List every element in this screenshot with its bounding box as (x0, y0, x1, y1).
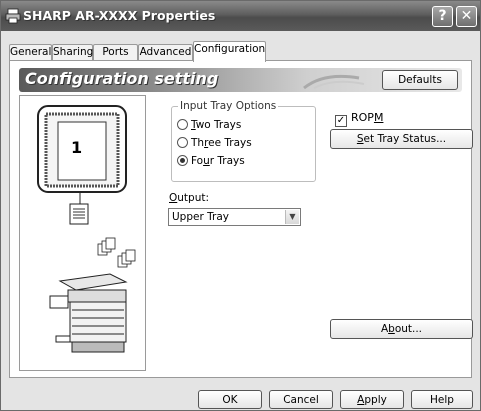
radio-button-selected[interactable] (177, 155, 188, 166)
help-button[interactable]: Help (411, 390, 473, 409)
window-title: SHARP AR-XXXX Properties (23, 8, 216, 23)
ropm-label: ROP (351, 111, 374, 124)
tray-number: 1 (71, 138, 83, 157)
radio-three-trays[interactable]: Three Trays (177, 137, 252, 151)
device-illustration-panel: 1 (19, 95, 146, 371)
ok-button[interactable]: OK (198, 390, 262, 409)
page-title: Configuration setting (25, 69, 219, 88)
output-select-value: Upper Tray (172, 211, 229, 223)
banner-decoration (303, 74, 365, 90)
radio-button[interactable] (177, 119, 188, 130)
radio-label-mnemonic: u (203, 155, 210, 167)
ropm-label-mnemonic: M (373, 111, 384, 124)
chevron-down-icon[interactable]: ▼ (285, 210, 299, 224)
button-label: pply (364, 394, 387, 406)
button-label: et Tray Status... (363, 133, 447, 145)
defaults-button[interactable]: Defaults (382, 70, 458, 90)
configuration-panel: Configuration setting Defaults 1 Input T… (9, 60, 473, 378)
printer-icon (5, 8, 21, 24)
tab-configuration[interactable]: Configuration (193, 41, 266, 62)
about-button[interactable]: About... (330, 319, 473, 339)
input-tray-options-group: Input Tray Options Two Trays Three Trays… (171, 100, 316, 182)
radio-label-part: ee Trays (208, 137, 252, 149)
input-tray-options-legend: Input Tray Options (178, 100, 279, 112)
radio-label-part: Th (191, 137, 205, 149)
button-mnemonic: S (356, 133, 364, 145)
output-label-text: utput: (177, 192, 210, 204)
tab-advanced[interactable]: Advanced (138, 44, 193, 61)
radio-label-part: wo Trays (195, 119, 242, 131)
radio-four-trays[interactable]: Four Trays (177, 155, 245, 169)
tab-ports[interactable]: Ports (93, 44, 138, 61)
properties-window: SHARP AR-XXXX Properties ? ✕ General Sha… (0, 0, 481, 411)
button-mnemonic: b (388, 323, 395, 335)
set-tray-status-button[interactable]: Set Tray Status... (330, 129, 473, 149)
radio-two-trays[interactable]: Two Trays (177, 119, 241, 133)
close-button[interactable]: ✕ (456, 6, 477, 27)
close-icon: ✕ (460, 8, 473, 24)
ropm-checkbox[interactable]: ✓ (335, 115, 347, 127)
title-bar[interactable]: SHARP AR-XXXX Properties ? ✕ (1, 1, 480, 31)
output-select[interactable]: Upper Tray ▼ (168, 208, 301, 226)
tab-sharing[interactable]: Sharing (52, 44, 93, 61)
help-title-button[interactable]: ? (432, 6, 453, 27)
device-illustration (37, 105, 136, 353)
radio-label-part: r Trays (209, 155, 245, 167)
radio-button[interactable] (177, 137, 188, 148)
tab-general[interactable]: General (9, 44, 52, 61)
output-label: Output: (169, 192, 209, 204)
radio-label-part: Fo (191, 155, 204, 167)
ropm-checkbox-row[interactable]: ✓ ROPM (335, 111, 383, 127)
button-label: out... (394, 323, 423, 335)
cancel-button[interactable]: Cancel (269, 390, 333, 409)
apply-button[interactable]: Apply (340, 390, 404, 409)
help-icon: ? (438, 8, 447, 24)
